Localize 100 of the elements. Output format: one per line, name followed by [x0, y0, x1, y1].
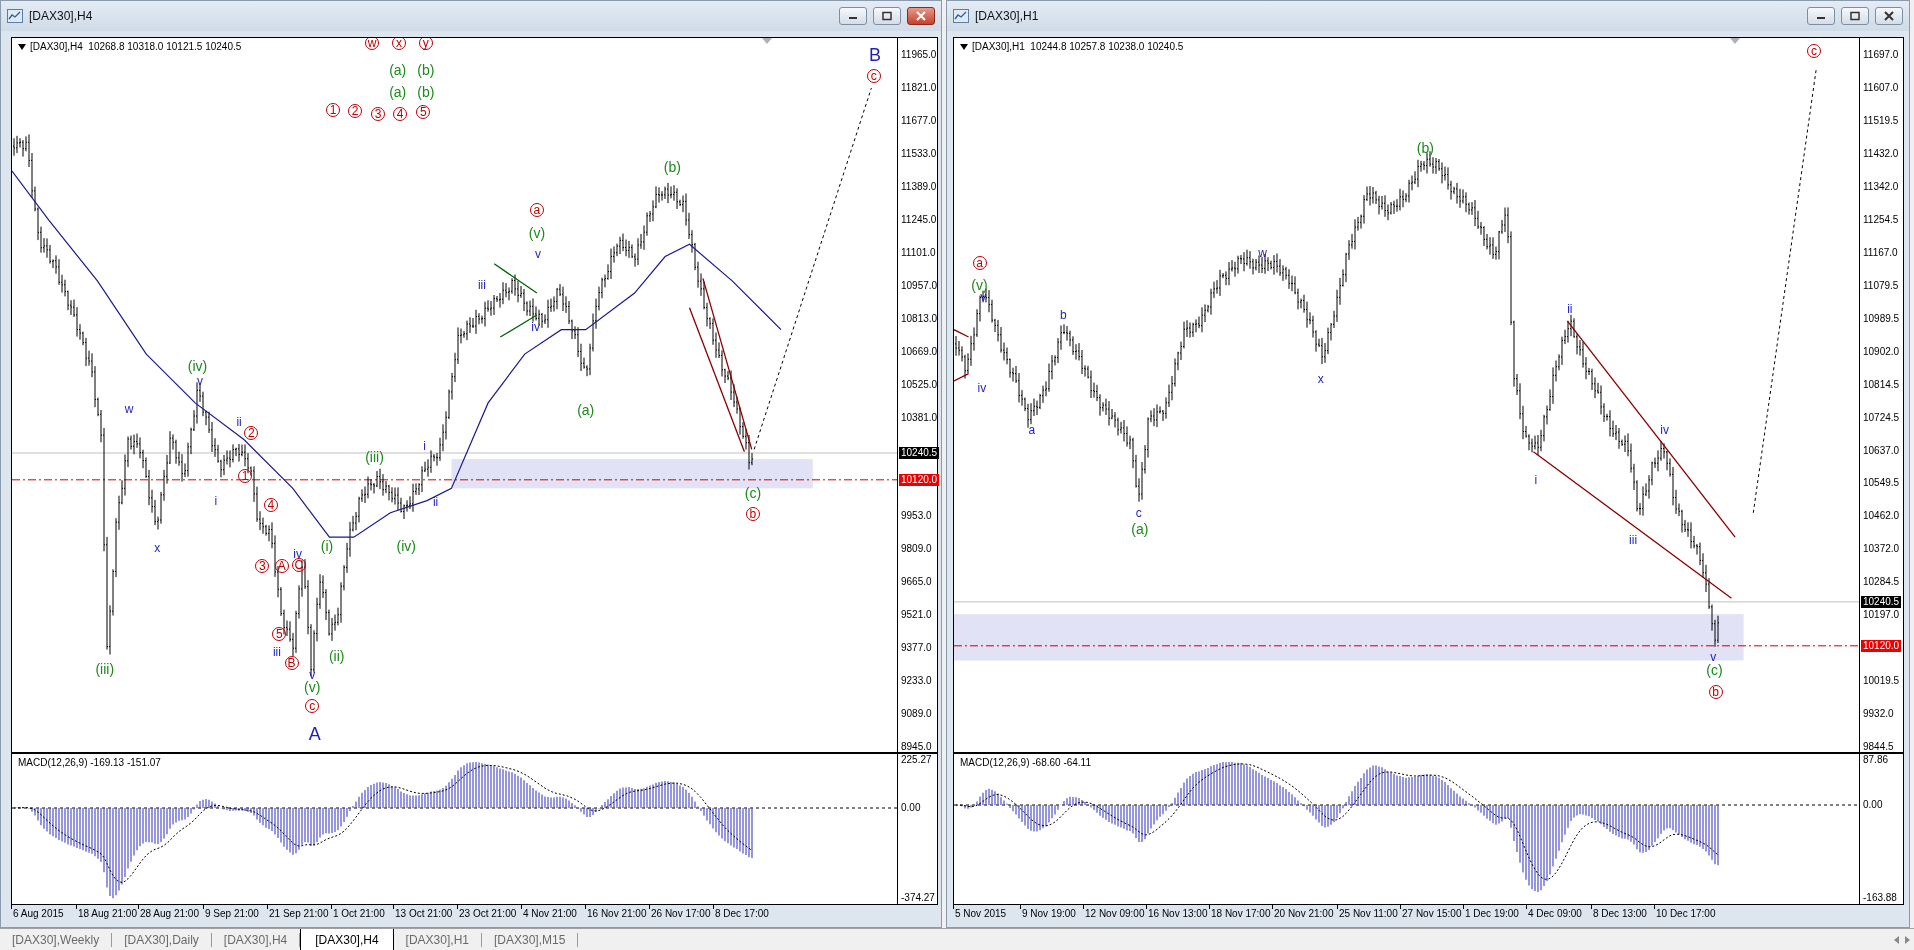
wave-label: (iv)	[187, 359, 208, 374]
time-axis-label: 26 Nov 17:00	[651, 908, 711, 919]
wave-label: (b)	[663, 160, 681, 175]
restore-button[interactable]	[1841, 7, 1869, 25]
price-axis-label: 11342.0	[1863, 180, 1899, 193]
wave-label: (a)	[1131, 521, 1149, 536]
price-axis-label: 9809.0	[901, 543, 932, 556]
chart-header: [DAX30],H4 10268.8 10318.0 10121.5 10240.5	[30, 41, 242, 52]
wave-label: B	[869, 46, 881, 65]
wave-label: w	[1258, 246, 1267, 259]
wave-label: (iii)	[95, 662, 115, 676]
wave-label: iii	[477, 278, 486, 291]
wave-label: i	[423, 439, 426, 452]
wave-label: i	[1534, 473, 1538, 486]
time-axis-label: 16 Nov 21:00	[587, 908, 647, 919]
wave-label: (iv)	[396, 538, 416, 553]
price-axis-label: 11254.5	[1863, 213, 1899, 226]
time-axis-label: 6 Aug 2015	[13, 908, 64, 919]
wave-label: iv	[1660, 423, 1669, 436]
time-axis-label: 5 Nov 2015	[955, 908, 1007, 919]
wave-label: v	[197, 374, 203, 387]
price-axis-label: 10814.5	[1863, 378, 1900, 391]
wave-label: (b)	[417, 84, 435, 99]
price-axis-label: 11677.0	[901, 115, 937, 127]
price-axis-label: 9844.5	[1863, 741, 1894, 754]
time-axis-label: 13 Oct 21:00	[395, 908, 453, 919]
minimize-button[interactable]	[1807, 7, 1835, 25]
indicator-axis-label: 225.27	[901, 754, 932, 766]
wave-label: ii	[236, 416, 242, 429]
time-axis-label: 1 Dec 19:00	[1465, 908, 1519, 919]
price-axis-label: 11167.0	[1863, 246, 1898, 259]
price-axis-label: 11432.0	[1863, 147, 1899, 160]
shift-marker-icon	[762, 38, 772, 44]
chart-tab[interactable]: [DAX30],Weekly	[0, 933, 113, 947]
wave-label: b	[1060, 309, 1067, 322]
wave-label: (b)	[1416, 140, 1434, 155]
chart-tab[interactable]: [DAX30],Daily	[112, 933, 212, 947]
time-axis-label: 12 Nov 09:00	[1085, 908, 1145, 919]
price-axis-label: 9233.0	[901, 675, 932, 688]
indicator-label: MACD(12,26,9) -169.13 -151.07	[18, 757, 161, 768]
price-axis-label: 10525.0	[901, 378, 938, 391]
window-title: [DAX30],H4	[29, 9, 94, 23]
wave-label: c	[1135, 506, 1142, 519]
minimize-button[interactable]	[839, 7, 867, 25]
price-axis-label: 9377.0	[901, 642, 932, 655]
chart-window-icon	[953, 9, 969, 23]
time-axis-label: 21 Sep 21:00	[269, 908, 329, 919]
chart-tab[interactable]: [DAX30],H1	[393, 933, 482, 947]
time-axis-label: 27 Nov 15:00	[1402, 908, 1462, 919]
price-axis-label: 11101.0	[901, 246, 936, 259]
wave-label: (a)	[577, 403, 595, 418]
chart-header: [DAX30],H1 10244.8 10257.8 10238.0 10240.5	[972, 41, 1184, 52]
scroll-left-icon[interactable]	[1894, 936, 1899, 944]
wave-label: iv	[293, 548, 302, 561]
price-axis-label: 9089.0	[901, 708, 932, 721]
price-axis-label: 10197.0	[1863, 609, 1900, 622]
price-axis-label: 10902.0	[1863, 345, 1900, 358]
close-icon	[915, 11, 927, 21]
wave-label: ii	[432, 495, 439, 508]
price-axis-label: 11607.0	[1863, 82, 1899, 95]
current-price-label: 10240.5	[1861, 595, 1902, 608]
price-axis-label: 11389.0	[901, 180, 937, 193]
price-axis-label: 10549.5	[1863, 477, 1900, 490]
time-axis-label: 9 Nov 19:00	[1022, 908, 1076, 919]
scroll-right-icon[interactable]	[1905, 936, 1910, 944]
trend-line	[954, 373, 970, 382]
wave-label: iii	[272, 645, 281, 658]
time-axis-label: 18 Aug 21:00	[78, 908, 137, 919]
restore-button[interactable]	[873, 7, 901, 25]
wave-label: x	[154, 542, 161, 555]
indicator-axis-label: 0.00	[1863, 799, 1883, 811]
wave-label: x	[1317, 372, 1324, 385]
window-title: [DAX30],H1	[975, 9, 1040, 23]
level-price-label: 10120.0	[899, 473, 940, 486]
wave-label: (c)	[1706, 663, 1723, 678]
chart-window-icon	[7, 9, 23, 23]
indicator-axis-label: -163.88	[1863, 892, 1897, 904]
shift-marker-icon	[1730, 38, 1740, 44]
wave-label: (i)	[320, 538, 334, 553]
price-axis-label: 10724.5	[1863, 411, 1900, 424]
chart-tab[interactable]: [DAX30],H4	[300, 929, 394, 950]
wave-label: (iii)	[365, 449, 384, 464]
wave-label: (v)	[528, 226, 546, 241]
close-button[interactable]	[1875, 7, 1903, 25]
dropdown-triangle-icon[interactable]	[960, 43, 968, 50]
trend-line	[954, 329, 970, 338]
price-axis-label: 8945.0	[901, 741, 932, 754]
price-axis-label: 9665.0	[901, 576, 932, 589]
dropdown-triangle-icon[interactable]	[18, 43, 26, 50]
time-axis-label: 1 Oct 21:00	[333, 908, 385, 919]
price-axis-label: 9521.0	[901, 609, 932, 622]
level-price-label: 10120.0	[1861, 639, 1902, 652]
close-button[interactable]	[907, 7, 935, 25]
chart-tab[interactable]: [DAX30],M15	[482, 933, 579, 947]
wave-label: iii	[1629, 533, 1638, 546]
price-axis-label: 11697.0	[1863, 49, 1899, 62]
price-axis-label: 10381.0	[901, 411, 938, 424]
wave-label: (a)	[389, 84, 407, 99]
price-axis-label: 10284.5	[1863, 576, 1900, 589]
time-axis-label: 8 Dec 17:00	[715, 908, 769, 919]
